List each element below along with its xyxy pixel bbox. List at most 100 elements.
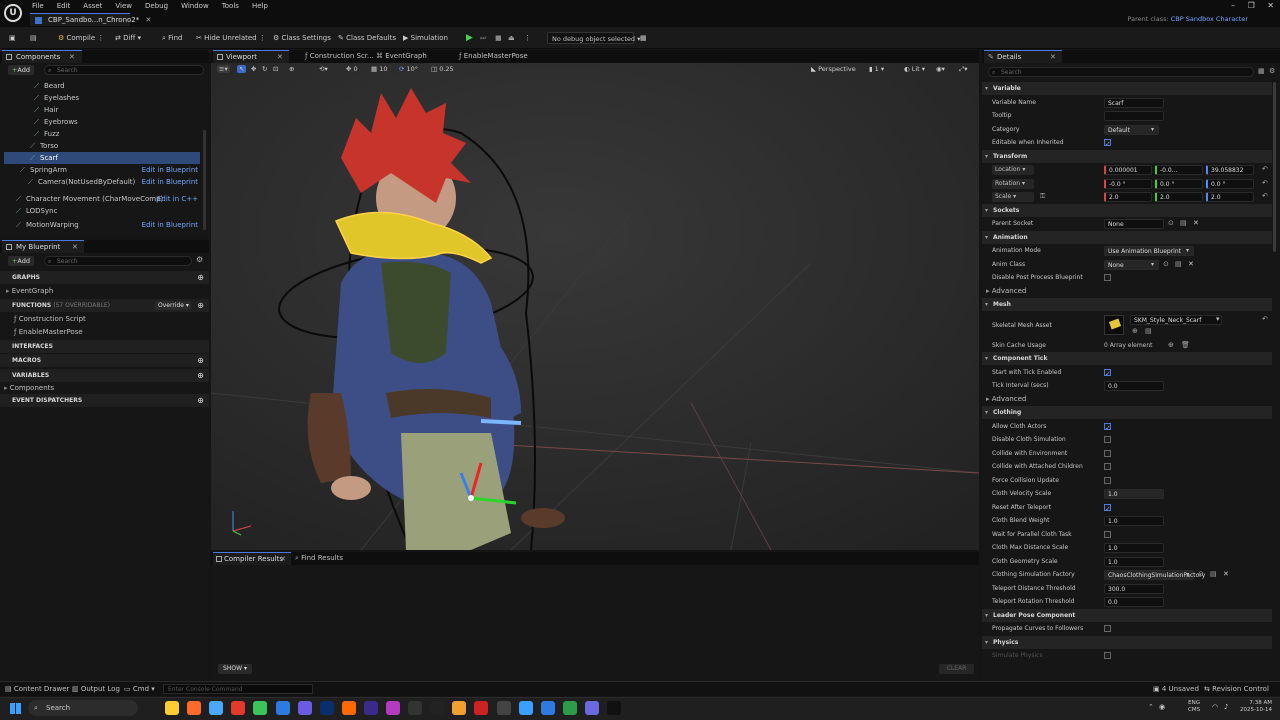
checkbox[interactable] (1104, 476, 1111, 484)
compile-button[interactable]: ⚙ Compile ⋮ (58, 31, 104, 45)
minimize-icon[interactable]: – (1231, 1, 1235, 10)
property-matrix-icon[interactable]: ▦ (1258, 67, 1265, 75)
menu-item-debug[interactable]: Debug (145, 2, 168, 10)
asset-thumbnail[interactable] (1104, 314, 1124, 335)
chevron-down-icon[interactable]: ▾ (1151, 258, 1154, 272)
my-blueprint-tab[interactable]: My Blueprint ✕ (2, 240, 84, 253)
taskbar-blender-icon[interactable] (452, 701, 467, 715)
translate-icon[interactable]: ✥ (251, 65, 256, 73)
content-drawer-button[interactable]: ▤ Content Drawer (5, 685, 69, 693)
property-value[interactable]: 0.0 (1104, 597, 1164, 607)
checkbox[interactable] (1104, 422, 1111, 430)
class-settings-button[interactable]: ⚙ Class Settings (273, 31, 331, 45)
add-element-icon[interactable]: ⊕ (1168, 339, 1174, 353)
parent-class-link[interactable]: CBP Sandbox Character (1171, 15, 1248, 23)
property-value[interactable]: ChaosClothingSimulationFactory (1104, 570, 1205, 580)
close-icon[interactable]: ✕ (145, 16, 151, 24)
components-scrollbar[interactable] (203, 130, 206, 230)
taskbar-filezilla-icon[interactable] (231, 701, 246, 715)
reset-arrow-icon[interactable]: ↶ (1262, 190, 1268, 204)
checkbox[interactable] (1104, 503, 1111, 511)
close-icon[interactable]: ✕ (1050, 51, 1056, 64)
folder-icon[interactable]: ▤ (1175, 258, 1182, 272)
taskbar-word-icon[interactable] (540, 701, 555, 715)
add-function-icon[interactable]: ⊕ (197, 299, 204, 312)
taskbar-illustrator-icon[interactable] (341, 701, 356, 715)
property-value[interactable]: 1.0 (1104, 543, 1164, 553)
console-input[interactable]: Enter Console Command (163, 684, 313, 694)
step-icon[interactable]: ⏭ (480, 31, 486, 45)
add-graph-icon[interactable]: ⊕ (197, 271, 204, 284)
add-dispatcher-icon[interactable]: ⊕ (197, 394, 204, 407)
component-motionwarping[interactable]: ⟋ MotionWarping Edit in Blueprint (4, 219, 200, 231)
find-button[interactable]: ⌕ Find (162, 31, 183, 45)
category-physics[interactable]: ▾ Physics (982, 635, 1272, 649)
select-mode-icon[interactable]: ↖ (237, 65, 247, 73)
property-value[interactable]: 300.0 (1104, 583, 1164, 594)
rotation-snap-toggle[interactable]: ⟳ 10° (399, 65, 418, 73)
component-eyelashes[interactable]: ⟋ Eyelashes (4, 92, 200, 104)
checkbox[interactable] (1104, 449, 1111, 457)
category-transform[interactable]: ▾ Transform (982, 149, 1272, 163)
blueprint-search-input[interactable]: ⌕ Search (44, 256, 192, 266)
tray-network-icon[interactable]: ◉ (1159, 703, 1165, 711)
browse-asset-icon[interactable]: ⊙ (1168, 217, 1174, 231)
snap-zero-label[interactable]: ✥ 0 (346, 65, 358, 73)
settings-gear-icon[interactable]: ⚙ (196, 255, 203, 264)
vector-field-x[interactable]: 0.000001 (1104, 165, 1152, 175)
viewport[interactable]: ≡▾ ↖ ✥ ↻ ⊡ ⊕ ⟲▾ ✥ 0 ▦ 10 ⟳ 10° ◫ 0.25 ◣ … (211, 63, 979, 550)
debug-filter-icon[interactable]: ▦ (640, 31, 647, 45)
advanced-expander[interactable]: ▸ Advanced (982, 285, 1272, 298)
debug-object-select[interactable]: No debug object selected ▾ (547, 32, 640, 44)
lit-dropdown[interactable]: ◐ Lit ▾ (904, 65, 925, 73)
menu-item-tools[interactable]: Tools (222, 2, 239, 10)
folder-icon[interactable]: ▤ (1180, 217, 1187, 231)
taskbar-app-gray-icon[interactable] (496, 701, 511, 715)
details-scrollbar[interactable] (1273, 82, 1276, 252)
edit-link[interactable]: Edit in Blueprint (142, 164, 198, 176)
enable-master-pose-item[interactable]: ƒ EnableMasterPose (0, 326, 209, 339)
tab-viewport[interactable]: Viewport ✕ (213, 50, 289, 63)
play-options-icon[interactable]: ⋮ (524, 31, 531, 45)
taskbar-photoshop-icon[interactable] (319, 701, 334, 715)
tab-compiler-results[interactable]: Compiler Results ✕ (213, 552, 291, 565)
component-eyebrows[interactable]: ⟋ Eyebrows (4, 116, 200, 128)
document-tab[interactable]: CBP_Sandbo...n_Chrono2* ✕ (30, 13, 151, 26)
chevron-down-icon[interactable]: ▾ (1186, 244, 1189, 258)
edit-link[interactable]: Edit in C++ (157, 193, 198, 205)
tab-event-graph[interactable]: ⌘ EventGraph (374, 50, 444, 63)
tab-construction-script[interactable]: ƒ Construction Scr... (295, 50, 374, 63)
reset-arrow-icon[interactable]: ↶ (1262, 163, 1268, 177)
taskbar-unreal-engine-icon[interactable] (430, 701, 445, 715)
tray-chevron-icon[interactable]: ⌃ (1148, 703, 1154, 711)
windows-start-icon[interactable] (10, 703, 21, 714)
taskbar-chrome-icon[interactable] (209, 701, 224, 715)
property-value[interactable]: None (1104, 219, 1164, 229)
component-hair[interactable]: ⟋ Hair (4, 104, 200, 116)
taskbar-app-red-icon[interactable] (474, 701, 489, 715)
vector-field-z[interactable]: 2.0 (1206, 192, 1254, 202)
play-icon[interactable]: ▶ (466, 31, 473, 45)
add-variable-icon[interactable]: ⊕ (197, 369, 204, 382)
browse-asset-icon[interactable]: ⊙ (1198, 568, 1204, 582)
macros-category[interactable]: MACROS ⊕ (0, 354, 209, 367)
category-variable[interactable]: ▾ Variable (982, 82, 1272, 95)
taskbar-terminal-icon[interactable] (408, 701, 423, 715)
property-value[interactable] (1104, 111, 1164, 121)
tab-enable-master-pose[interactable]: ƒ EnableMasterPose (457, 50, 547, 63)
taskbar-app-icon[interactable] (297, 701, 312, 715)
menu-item-help[interactable]: Help (252, 2, 268, 10)
revision-control-button[interactable]: ⇆ Revision Control (1204, 685, 1269, 693)
component-fuzz[interactable]: ⟋ Fuzz (4, 128, 200, 140)
checkbox[interactable] (1104, 139, 1111, 146)
checkbox[interactable] (1104, 436, 1111, 443)
taskbar-file-explorer-icon[interactable] (165, 701, 179, 715)
class-defaults-button[interactable]: ✎ Class Defaults (338, 31, 396, 45)
override-dropdown[interactable]: Override ▾ (155, 301, 191, 310)
taskbar-app-blue-icon[interactable] (518, 701, 533, 715)
component-torso[interactable]: ⟋ Torso (4, 140, 200, 152)
menu-item-asset[interactable]: Asset (83, 2, 102, 10)
reset-arrow-icon[interactable]: ↶ (1262, 312, 1268, 326)
tab-find-results[interactable]: ⌕ Find Results (295, 552, 365, 565)
graphs-category[interactable]: GRAPHS ⊕ (0, 271, 209, 284)
